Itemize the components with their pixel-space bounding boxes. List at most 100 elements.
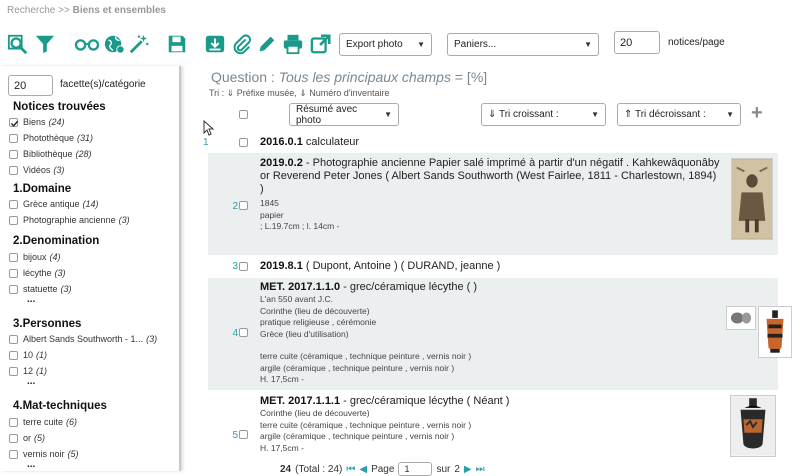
facet-item[interactable]: Grèce antique (14) <box>9 199 99 209</box>
record-thumbnail[interactable] <box>731 158 773 240</box>
more-link[interactable]: ... <box>27 294 35 305</box>
chevron-down-icon: ▼ <box>417 40 425 49</box>
checkbox[interactable] <box>9 334 18 344</box>
record-title: - Photographie ancienne Papier salé impr… <box>260 157 720 195</box>
external-link-icon[interactable] <box>309 32 333 56</box>
more-link[interactable]: ... <box>27 459 35 470</box>
result-row[interactable]: 4 MET. 2017.1.1.0 - grec/céramique lécyt… <box>208 278 792 390</box>
breadcrumb-root[interactable]: Recherche <box>7 5 55 16</box>
record-title: calculateur <box>305 136 360 148</box>
record-thumbnail[interactable] <box>730 395 776 457</box>
inventory-number[interactable]: MET. 2017.1.1.1 <box>260 395 340 407</box>
row-checkbox[interactable] <box>239 430 248 439</box>
search-zoom-icon[interactable] <box>6 32 30 56</box>
record-title: - grec/céramique lécythe ( Néant ) <box>343 395 510 407</box>
checkbox[interactable] <box>9 449 18 459</box>
personnes-title: 3.Personnes <box>13 318 82 330</box>
save-icon[interactable] <box>165 32 189 56</box>
row-number: 3 <box>232 261 238 272</box>
facet-item[interactable]: Vidéos (3) <box>9 165 64 175</box>
result-row[interactable]: 5 MET. 2017.1.1.1 - grec/céramique lécyt… <box>208 392 778 460</box>
result-count: 24 <box>280 463 292 475</box>
result-row[interactable]: 2 2019.0.2 - Photographie ancienne Papie… <box>208 153 778 255</box>
sort-ascending-select[interactable]: ⇓ Tri croissant : ▼ <box>481 103 606 126</box>
sort-descending-select[interactable]: ⇑ Tri décroissant : ▼ <box>617 103 741 126</box>
facet-item[interactable]: bijoux (4) <box>9 252 61 262</box>
result-row[interactable]: 1 2016.0.1 calculateur <box>203 134 778 152</box>
select-all-checkbox[interactable] <box>239 110 248 119</box>
facet-item[interactable]: Biens (24) <box>9 117 65 127</box>
print-icon[interactable] <box>281 32 305 56</box>
facet-item[interactable]: Bibliothèque (28) <box>9 149 92 159</box>
checkbox[interactable] <box>9 252 18 262</box>
download-icon[interactable] <box>203 32 227 56</box>
mat-techniques-title: 4.Mat-techniques <box>13 400 107 412</box>
checkbox[interactable] <box>9 199 18 209</box>
paniers-select[interactable]: Paniers... ▼ <box>447 33 599 56</box>
checkbox[interactable] <box>9 417 18 427</box>
display-mode-select[interactable]: Résumé avec photo ▼ <box>289 103 399 126</box>
page-input[interactable]: 1 <box>398 462 433 476</box>
add-sort-button[interactable]: + <box>751 102 763 125</box>
domaine-title: 1.Domaine <box>13 183 72 195</box>
facet-item[interactable]: statuette (3) <box>9 284 72 294</box>
per-page-input[interactable]: 20 <box>614 31 660 54</box>
row-checkbox[interactable] <box>239 138 248 147</box>
magic-wand-icon[interactable] <box>127 32 151 56</box>
facet-item[interactable]: 10 (1) <box>9 350 47 360</box>
facet-item[interactable]: terre cuite (6) <box>9 417 77 427</box>
row-checkbox[interactable] <box>239 328 248 337</box>
facet-count-label: facette(s)/catégorie <box>60 79 146 90</box>
next-page-icon[interactable]: ▶ <box>464 464 472 475</box>
result-total: (Total : 24) <box>295 463 343 475</box>
record-thumbnail[interactable] <box>726 306 756 330</box>
chevron-down-icon: ▼ <box>584 40 592 49</box>
more-link[interactable]: ... <box>27 376 35 387</box>
checkbox[interactable] <box>9 165 18 175</box>
globe-icon[interactable] <box>102 32 126 56</box>
inventory-number[interactable]: MET. 2017.1.1.0 <box>260 281 340 293</box>
chevron-down-icon: ▼ <box>591 110 599 119</box>
checkbox[interactable] <box>9 350 18 360</box>
denomination-title: 2.Denomination <box>13 235 100 247</box>
facet-count-input[interactable]: 20 <box>8 75 53 96</box>
checkbox[interactable] <box>9 268 18 278</box>
record-meta: L'an 550 avant J.C. Corinthe (lieu de dé… <box>260 294 472 384</box>
first-page-icon[interactable]: ⏮ <box>346 464 355 475</box>
checkbox[interactable] <box>9 433 18 443</box>
facet-item[interactable]: vernis noir (5) <box>9 449 79 459</box>
facet-item[interactable]: Photographie ancienne (3) <box>9 215 130 225</box>
last-page-icon[interactable]: ⏭ <box>476 464 485 475</box>
facet-item[interactable]: or (5) <box>9 433 45 443</box>
facet-item[interactable]: Photothèque (31) <box>9 133 93 143</box>
prev-page-icon[interactable]: ◀ <box>359 464 367 475</box>
row-number: 5 <box>232 430 238 441</box>
row-checkbox[interactable] <box>239 201 248 210</box>
export-photo-select[interactable]: Export photo ▼ <box>339 33 432 56</box>
checkbox[interactable] <box>9 149 18 159</box>
row-number: 1 <box>203 137 209 148</box>
facet-item[interactable]: 12 (1) <box>9 366 47 376</box>
record-title: ( Dupont, Antoine ) ( DURAND, jeanne ) <box>305 260 501 272</box>
checkbox[interactable] <box>9 284 18 294</box>
facet-item[interactable]: lécythe (3) <box>9 268 66 278</box>
checkbox[interactable] <box>9 215 18 225</box>
pencil-icon[interactable] <box>255 32 279 56</box>
checkbox[interactable] <box>9 366 18 376</box>
glasses-icon[interactable] <box>73 32 101 56</box>
filter-icon[interactable] <box>33 32 57 56</box>
per-page-label: notices/page <box>668 37 725 48</box>
result-row[interactable]: 3 2019.8.1 ( Dupont, Antoine ) ( DURAND,… <box>208 258 778 276</box>
facet-item[interactable]: Albert Sands Southworth - 1... (3) <box>9 334 157 344</box>
inventory-number[interactable]: 2019.0.2 <box>260 157 303 169</box>
row-checkbox[interactable] <box>239 262 248 271</box>
inventory-number[interactable]: 2016.0.1 <box>260 136 303 148</box>
inventory-number[interactable]: 2019.8.1 <box>260 260 303 272</box>
checkbox[interactable] <box>9 133 18 143</box>
checkbox-checked[interactable] <box>9 117 19 127</box>
record-thumbnail[interactable] <box>758 306 792 358</box>
facet-sidebar: 20 facette(s)/catégorie Notices trouvées… <box>0 66 181 471</box>
chevron-down-icon: ▼ <box>726 110 734 119</box>
record-title: - grec/céramique lécythe ( ) <box>343 281 478 293</box>
attachment-icon[interactable] <box>229 32 253 56</box>
